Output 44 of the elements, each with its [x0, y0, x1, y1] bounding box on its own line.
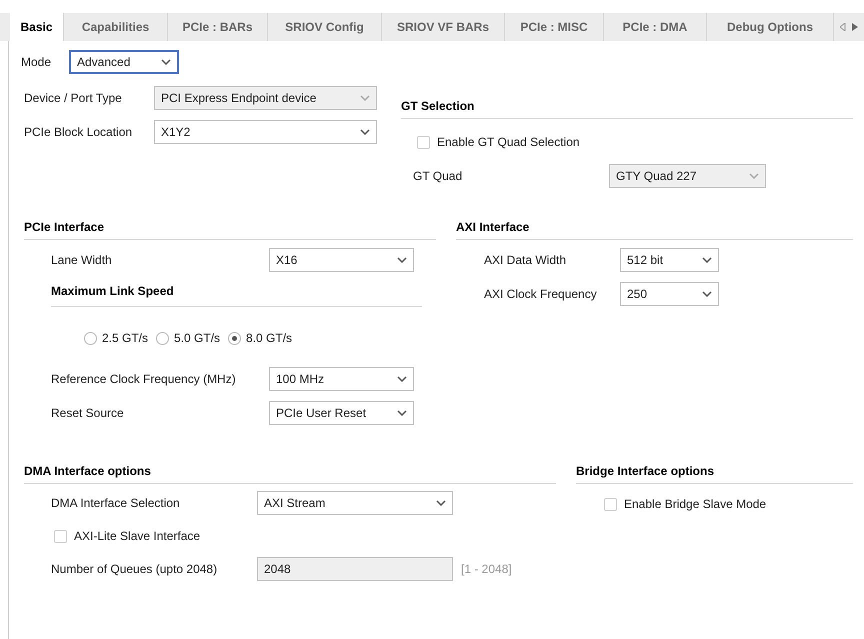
field-label: AXI Data Width: [484, 252, 568, 269]
checkbox[interactable]: AXI-Lite Slave Interface: [54, 527, 200, 545]
chevron-icon: [397, 257, 407, 263]
dropdown[interactable]: 100 MHz: [269, 367, 414, 391]
field-label: Mode: [21, 54, 52, 71]
scroll-right-icon[interactable]: [852, 23, 858, 31]
chevron-icon: [397, 410, 407, 416]
field-label: GT Quad: [413, 168, 464, 185]
field-label: AXI Clock Frequency: [484, 286, 598, 303]
field-label: DMA Interface Selection: [51, 495, 181, 512]
section-title: PCIe Interface: [24, 220, 104, 234]
chevron-icon: [360, 95, 370, 101]
section-title: DMA Interface options: [24, 464, 151, 478]
chevron-icon: [436, 500, 446, 506]
checkbox[interactable]: Enable Bridge Slave Mode: [604, 495, 766, 513]
chevron-icon: [161, 59, 171, 65]
dropdown[interactable]: 250: [620, 282, 719, 306]
chevron-icon: [749, 173, 759, 179]
field-label: Lane Width: [51, 252, 113, 269]
field-label: Reference Clock Frequency (MHz): [51, 371, 237, 388]
field-label: PCIe Block Location: [24, 124, 134, 141]
dropdown[interactable]: Advanced: [69, 50, 179, 74]
field-label: Device / Port Type: [24, 90, 123, 107]
dropdown[interactable]: X1Y2: [154, 120, 377, 144]
range-hint: [1 - 2048]: [461, 561, 512, 578]
radio-button[interactable]: 2.5 GT/s: [84, 329, 148, 347]
section-title: Maximum Link Speed: [51, 284, 174, 298]
chevron-icon: [360, 129, 370, 135]
section-title: Bridge Interface options: [576, 464, 714, 478]
dropdown[interactable]: 512 bit: [620, 248, 719, 272]
dropdown[interactable]: PCIe User Reset: [269, 401, 414, 425]
tab[interactable]: Basic: [10, 13, 64, 41]
field-label: Reset Source: [51, 405, 125, 422]
chevron-icon: [397, 376, 407, 382]
field-label: Number of Queues (upto 2048): [51, 561, 218, 578]
radio-button[interactable]: 8.0 GT/s: [228, 329, 292, 347]
radio-button[interactable]: 5.0 GT/s: [156, 329, 220, 347]
section-title: GT Selection: [401, 99, 474, 113]
dropdown[interactable]: X16: [269, 248, 414, 272]
chevron-icon: [702, 257, 712, 263]
section-title: AXI Interface: [456, 220, 530, 234]
chevron-icon: [702, 291, 712, 297]
dropdown[interactable]: AXI Stream: [257, 491, 453, 515]
checkbox[interactable]: Enable GT Quad Selection: [417, 133, 580, 151]
